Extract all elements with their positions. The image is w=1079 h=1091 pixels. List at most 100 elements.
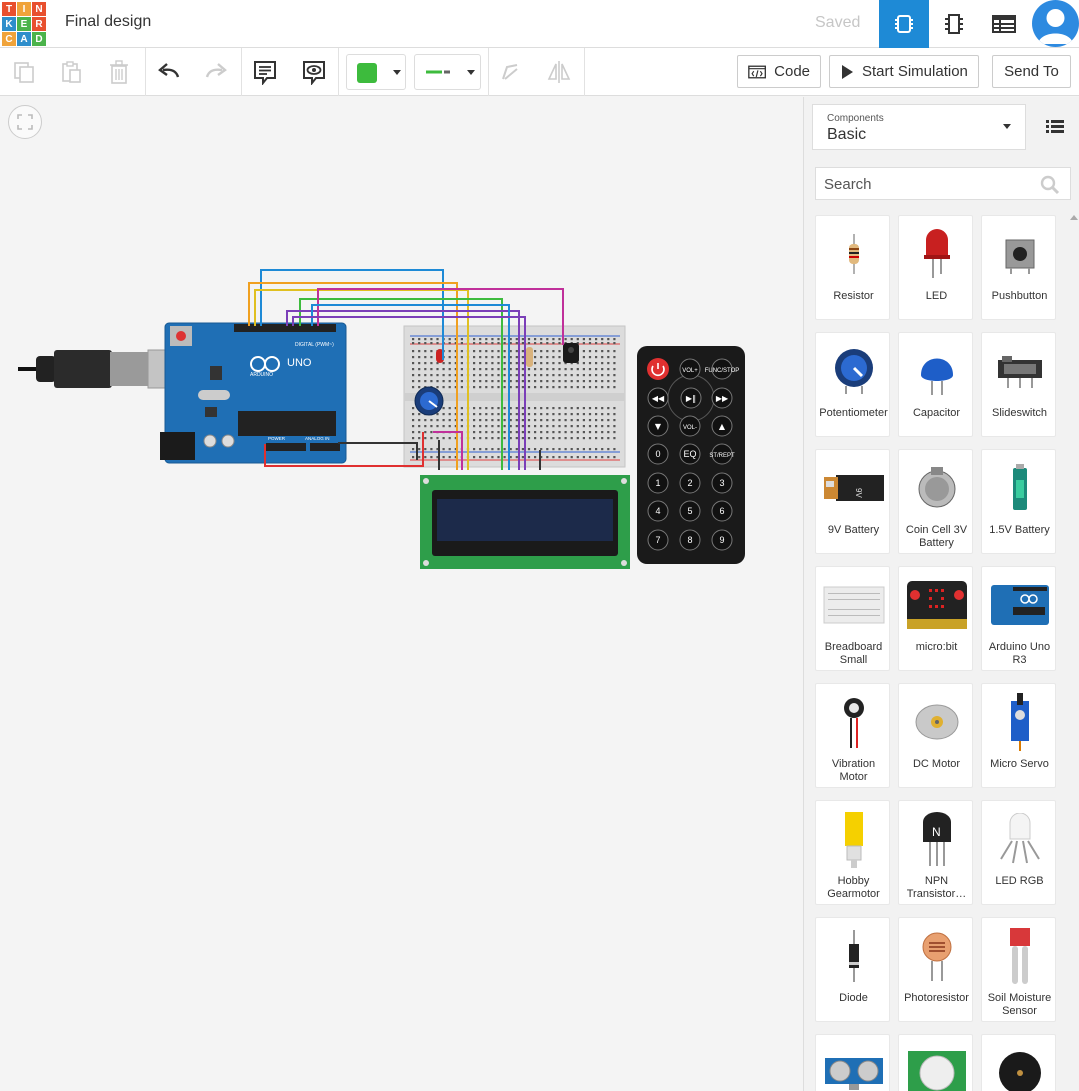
save-status: Saved xyxy=(815,14,861,31)
circuit-view-button[interactable] xyxy=(879,0,929,48)
paste-button[interactable] xyxy=(55,56,87,88)
scroll-up-arrow[interactable] xyxy=(1070,215,1078,220)
schematic-view-button[interactable] xyxy=(929,0,979,48)
remote-button[interactable]: 1 xyxy=(647,472,669,494)
tinkercad-logo[interactable]: TIN KER CAD xyxy=(2,2,46,46)
component-card-led-rgb[interactable]: LED RGB xyxy=(981,800,1056,905)
remote-button[interactable]: VOL+ xyxy=(679,358,701,380)
remote-button[interactable]: 4 xyxy=(647,500,669,522)
component-card-9v-battery[interactable]: 9V 9V Battery xyxy=(815,449,890,554)
undo-button[interactable] xyxy=(153,56,185,88)
flip-button[interactable] xyxy=(543,56,575,88)
arduino-uno-board[interactable]: DIGITAL (PWM~) UNO ARDUINO POWER ANALOG … xyxy=(160,322,347,464)
logo-letter: D xyxy=(32,32,46,46)
component-card-resistor[interactable]: Resistor xyxy=(815,215,890,320)
component-name: DC Motor xyxy=(912,758,961,770)
start-simulation-button[interactable]: Start Simulation xyxy=(829,55,979,88)
component-card-led[interactable]: LED xyxy=(898,215,973,320)
component-card-vibration-motor[interactable]: Vibration Motor xyxy=(815,683,890,788)
component-name: micro:bit xyxy=(915,641,958,653)
remote-button-label: 2 xyxy=(687,478,692,488)
ir-receiver[interactable] xyxy=(563,343,579,363)
user-avatar[interactable] xyxy=(1032,0,1079,47)
search-box[interactable] xyxy=(815,167,1071,200)
remote-button[interactable]: 9 xyxy=(711,529,733,551)
color-dropdown[interactable] xyxy=(346,54,406,90)
delete-icon xyxy=(110,60,128,84)
component-card-component-21[interactable] xyxy=(815,1034,890,1091)
component-list-view-button[interactable] xyxy=(979,0,1029,48)
component-card-component-22[interactable] xyxy=(898,1034,973,1091)
remote-arrow-button[interactable]: ▲ xyxy=(711,415,733,437)
remote-button[interactable]: 3 xyxy=(711,472,733,494)
components-dropdown-label: Components xyxy=(827,113,884,124)
lcd-display[interactable] xyxy=(420,475,630,569)
remote-button[interactable]: EQ xyxy=(679,443,701,465)
component-card-1-5v-battery[interactable]: 1.5V Battery xyxy=(981,449,1056,554)
remote-button[interactable]: 5 xyxy=(679,500,701,522)
component-card-diode[interactable]: Diode xyxy=(815,917,890,1022)
potentiometer[interactable] xyxy=(414,386,444,416)
component-card-micro-servo[interactable]: Micro Servo xyxy=(981,683,1056,788)
remote-arrow-button[interactable]: ◀◀ xyxy=(647,387,669,409)
component-thumbnail xyxy=(899,339,974,403)
remote-button-label: EQ xyxy=(683,449,696,459)
component-card-breadboard-small[interactable]: Breadboard Small xyxy=(815,566,890,671)
component-card-component-23[interactable] xyxy=(981,1034,1056,1091)
code-button[interactable]: Code xyxy=(737,55,821,88)
component-card-arduino-uno-r3[interactable]: Arduino Uno R3 xyxy=(981,566,1056,671)
component-name: LED xyxy=(925,290,948,302)
component-card-photoresistor[interactable]: Photoresistor xyxy=(898,917,973,1022)
remote-button-label: FUNC/STOP xyxy=(705,368,740,374)
component-card-hobby-gearmotor[interactable]: Hobby Gearmotor xyxy=(815,800,890,905)
resistor[interactable] xyxy=(526,347,533,367)
remote-button[interactable]: 8 xyxy=(679,529,701,551)
notes-button[interactable] xyxy=(249,56,281,88)
toggle-notes-button[interactable] xyxy=(298,56,330,88)
toggle-notes-icon xyxy=(303,61,325,85)
remote-button[interactable]: VOL- xyxy=(679,415,701,437)
components-panel: Components Basic Resistor LED Pushbutton Po… xyxy=(803,97,1079,1091)
code-label: Code xyxy=(774,63,810,80)
schematic-icon xyxy=(945,14,963,34)
search-input[interactable] xyxy=(824,174,1024,194)
components-dropdown-value: Basic xyxy=(827,126,867,143)
remote-arrow-button[interactable]: ▶‖ xyxy=(680,387,702,409)
remote-button-label: 4 xyxy=(655,506,660,516)
components-dropdown[interactable]: Components Basic xyxy=(812,104,1026,150)
remote-arrow-button[interactable]: ▼ xyxy=(647,415,669,437)
digital-label: DIGITAL (PWM~) xyxy=(295,342,334,348)
analog-label: ANALOG IN xyxy=(305,436,330,441)
component-card-coin-cell-3v-battery[interactable]: Coin Cell 3V Battery xyxy=(898,449,973,554)
component-card-micro-bit[interactable]: micro:bit xyxy=(898,566,973,671)
remote-button[interactable]: 6 xyxy=(711,500,733,522)
color-swatch xyxy=(357,63,377,83)
component-card-soil-moisture-sensor[interactable]: Soil Moisture Sensor xyxy=(981,917,1056,1022)
component-card-npn-transistor[interactable]: N NPN Transistor… xyxy=(898,800,973,905)
list-view-button[interactable] xyxy=(1040,111,1070,141)
send-to-button[interactable]: Send To xyxy=(992,55,1071,88)
delete-button[interactable] xyxy=(103,56,135,88)
rotate-button[interactable] xyxy=(494,56,526,88)
component-card-slideswitch[interactable]: Slideswitch xyxy=(981,332,1056,437)
component-thumbnail xyxy=(982,807,1057,871)
component-name: LED RGB xyxy=(995,875,1044,887)
circuit-canvas[interactable]: DIGITAL (PWM~) UNO ARDUINO POWER ANALOG … xyxy=(0,97,803,1091)
component-thumbnail xyxy=(899,690,974,754)
component-card-capacitor[interactable]: Capacitor xyxy=(898,332,973,437)
remote-button[interactable]: 0 xyxy=(647,443,669,465)
ir-remote[interactable]: VOL+ FUNC/STOP VOL- EQ ST/REPT 0 1 2 3 4 5 6 7 8 9 ◀◀ ▶‖… xyxy=(637,346,745,564)
remote-button[interactable]: 7 xyxy=(647,529,669,551)
redo-button[interactable] xyxy=(200,56,232,88)
top-bar: TIN KER CAD Final design Saved xyxy=(0,0,1079,48)
component-card-potentiometer[interactable]: Potentiometer xyxy=(815,332,890,437)
component-card-pushbutton[interactable]: Pushbutton xyxy=(981,215,1056,320)
design-title[interactable]: Final design xyxy=(65,13,151,31)
component-card-dc-motor[interactable]: DC Motor xyxy=(898,683,973,788)
remote-arrow-button[interactable]: ▶▶ xyxy=(711,387,733,409)
paste-icon xyxy=(62,61,81,83)
copy-button[interactable] xyxy=(8,56,40,88)
wire-type-dropdown[interactable] xyxy=(414,54,481,90)
remote-button[interactable]: 2 xyxy=(679,472,701,494)
arduino-label: ARDUINO xyxy=(250,372,273,378)
